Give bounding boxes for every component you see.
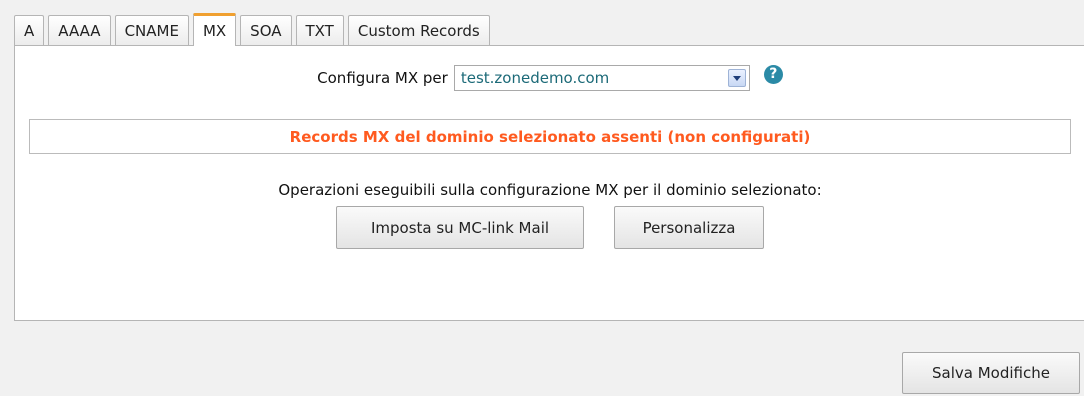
dns-editor: A AAAA CNAME MX SOA TXT Custom Records C… <box>0 0 1084 396</box>
help-icon[interactable]: ? <box>763 64 783 84</box>
tab-cname[interactable]: CNAME <box>114 15 189 45</box>
tab-custom-records[interactable]: Custom Records <box>347 15 490 45</box>
tab-a[interactable]: A <box>14 15 45 45</box>
customize-button[interactable]: Personalizza <box>614 206 764 249</box>
tab-mx[interactable]: MX <box>192 13 237 46</box>
domain-config-row: Configura MX per test.zonedemo.com ? <box>15 64 1084 91</box>
tab-txt[interactable]: TXT <box>295 15 344 45</box>
set-mclink-mail-button[interactable]: Imposta su MC-link Mail <box>336 206 584 249</box>
save-changes-button[interactable]: Salva Modifiche <box>902 352 1080 394</box>
notice-text: Records MX del dominio selezionato assen… <box>289 127 811 146</box>
chevron-down-icon[interactable] <box>727 69 746 87</box>
tab-aaaa[interactable]: AAAA <box>48 15 111 45</box>
notice-box: Records MX del dominio selezionato assen… <box>29 119 1071 154</box>
tab-soa[interactable]: SOA <box>240 15 292 45</box>
operations-buttons: Imposta su MC-link Mail Personalizza <box>15 206 1084 249</box>
domain-select-value: test.zonedemo.com <box>460 69 610 87</box>
domain-select[interactable]: test.zonedemo.com <box>453 65 750 91</box>
record-type-tabs: A AAAA CNAME MX SOA TXT Custom Records <box>14 13 494 46</box>
mx-panel: Configura MX per test.zonedemo.com ? Rec… <box>14 45 1084 321</box>
config-label: Configura MX per <box>317 69 448 87</box>
operations-text: Operazioni eseguibili sulla configurazio… <box>278 181 822 199</box>
